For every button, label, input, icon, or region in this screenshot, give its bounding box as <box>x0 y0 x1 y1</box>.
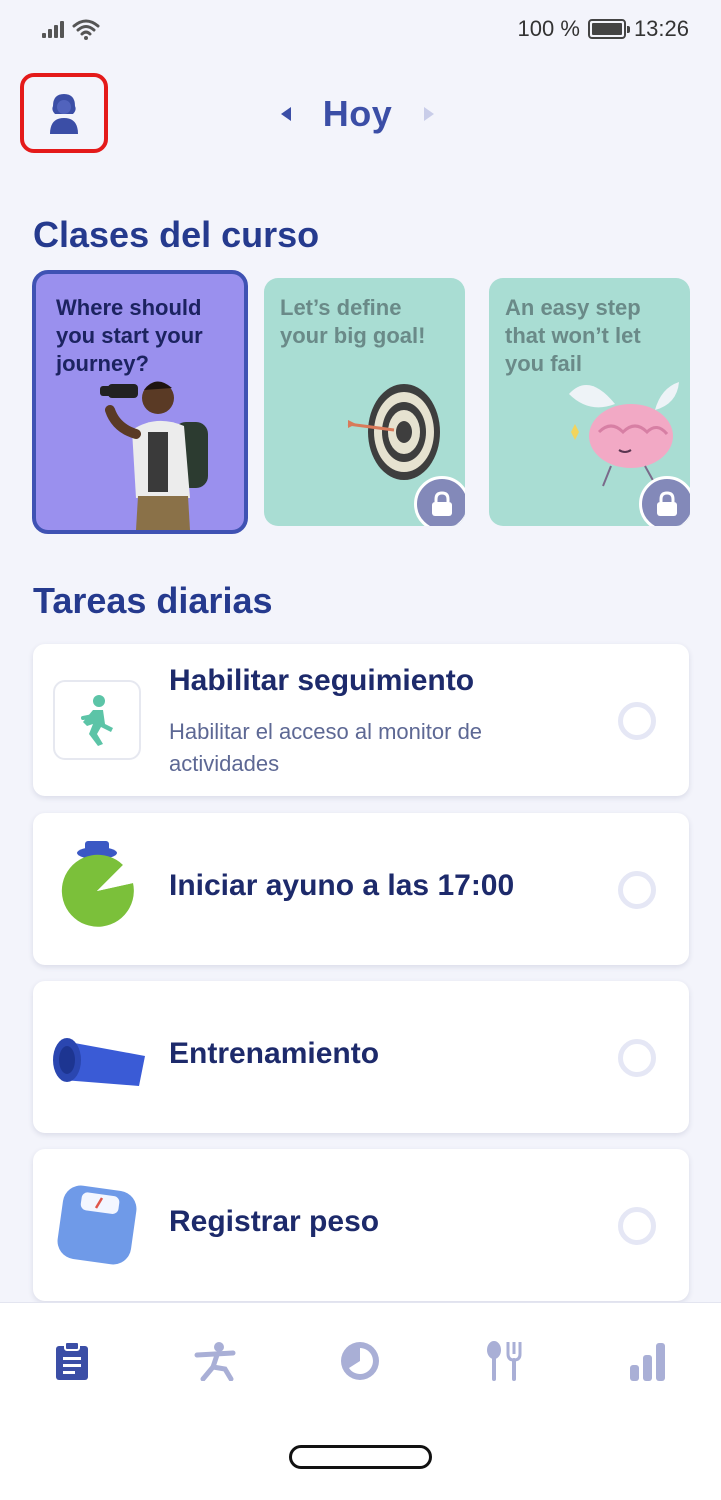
lock-badge-3 <box>639 476 690 526</box>
task-title: Iniciar ayuno a las 17:00 <box>169 869 515 902</box>
task-checkbox[interactable] <box>618 1039 656 1077</box>
home-indicator[interactable] <box>289 1445 432 1469</box>
running-person-icon <box>53 680 141 760</box>
course-card-3[interactable]: An easy step that won’t let you fail <box>489 278 690 526</box>
task-training[interactable]: Entrenamiento <box>33 981 689 1133</box>
scale-icon <box>53 1185 141 1265</box>
status-bar: 100 % 13:26 <box>0 0 721 58</box>
lock-icon <box>432 491 452 516</box>
wifi-icon <box>72 19 100 40</box>
dartboard-illustration <box>347 384 440 480</box>
course-card-1-text: Where should you start your journey? <box>56 295 203 376</box>
task-checkbox[interactable] <box>618 702 656 740</box>
fasting-icon <box>341 1342 379 1380</box>
lock-icon <box>657 491 677 516</box>
task-title: Registrar peso <box>169 1205 380 1238</box>
task-start-fasting[interactable]: Iniciar ayuno a las 17:00 <box>33 813 689 965</box>
status-left <box>42 18 100 40</box>
course-card-2[interactable]: Let’s define your big goal! <box>264 278 465 526</box>
task-title: Entrenamiento <box>169 1037 380 1070</box>
course-card-2-text: Let’s define your big goal! <box>280 295 426 348</box>
bottom-navigation <box>0 1302 721 1500</box>
yoga-mat-icon <box>49 1017 149 1097</box>
course-section-title: Clases del curso <box>33 214 320 255</box>
nav-food[interactable] <box>476 1337 532 1385</box>
task-title: Habilitar seguimiento <box>169 664 475 697</box>
task-enable-tracking[interactable]: Habilitar seguimiento Habilitar el acces… <box>33 644 689 796</box>
clipboard-icon <box>56 1341 88 1380</box>
day-label: Hoy <box>322 93 393 134</box>
timer-icon <box>53 841 141 927</box>
task-checkbox[interactable] <box>618 871 656 909</box>
course-card-1[interactable]: Where should you start your journey? <box>32 270 248 534</box>
next-day-arrow[interactable] <box>424 107 435 121</box>
task-log-weight[interactable]: Registrar peso <box>33 1149 689 1301</box>
traveler-illustration <box>100 381 208 530</box>
course-card-3-text: An easy step that won’t let you fail <box>505 295 641 376</box>
nav-fasting[interactable] <box>332 1337 388 1385</box>
nav-stats[interactable] <box>620 1337 676 1385</box>
clock: 13:26 <box>633 16 689 41</box>
food-icon <box>487 1341 522 1381</box>
task-subtitle: Habilitar el acceso al monitor de activi… <box>169 719 483 776</box>
lock-badge-2 <box>414 476 465 526</box>
day-selector: Hoy <box>0 88 721 140</box>
battery-icon <box>587 19 630 39</box>
status-right: 100 % 13:26 <box>518 16 689 42</box>
nav-today[interactable] <box>44 1337 100 1385</box>
nav-exercise[interactable] <box>188 1337 244 1385</box>
task-checkbox[interactable] <box>618 1207 656 1245</box>
tasks-section-title: Tareas diarias <box>33 580 273 621</box>
exercise-icon <box>194 1342 236 1381</box>
previous-day-arrow[interactable] <box>280 107 291 121</box>
signal-icon <box>42 20 64 38</box>
battery-percent: 100 % <box>517 16 580 41</box>
stats-icon <box>630 1343 665 1381</box>
